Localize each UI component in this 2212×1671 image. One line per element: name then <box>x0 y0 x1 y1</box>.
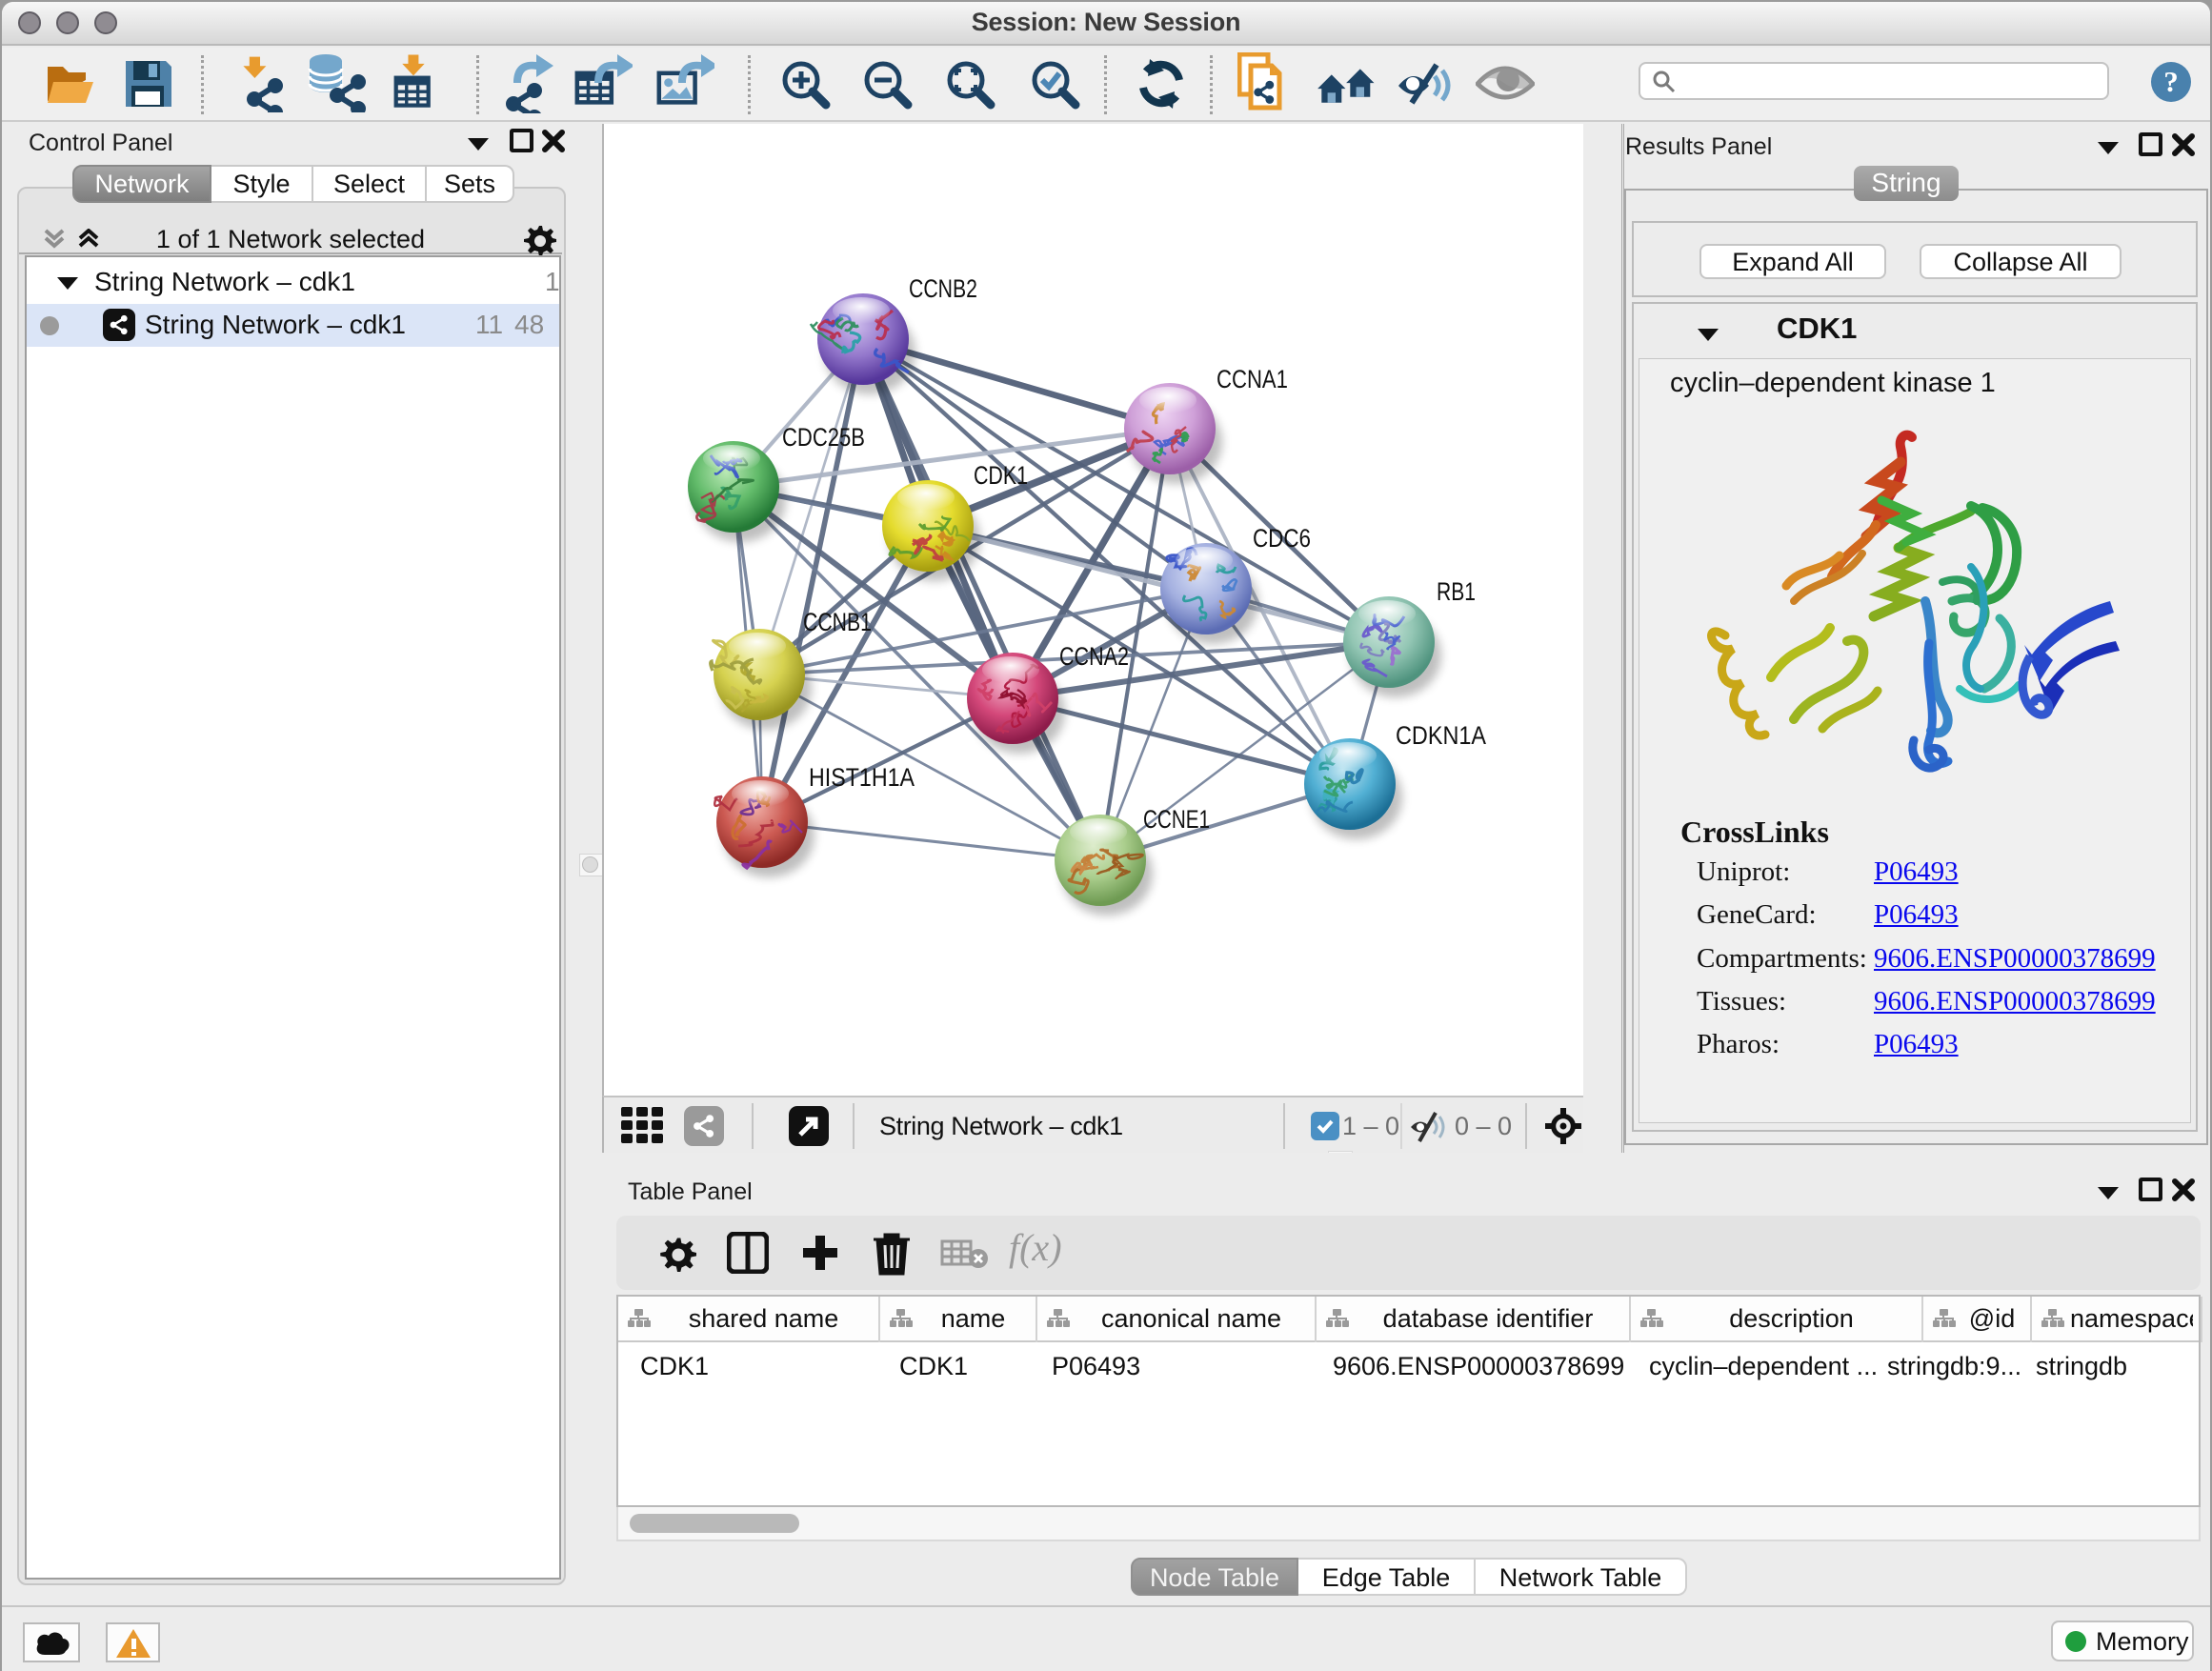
svg-text:CCNA2: CCNA2 <box>1059 642 1129 671</box>
svg-text:CDC25B: CDC25B <box>782 423 865 452</box>
svg-text:CCNB2: CCNB2 <box>909 274 977 303</box>
svg-text:CCNB1: CCNB1 <box>803 608 872 636</box>
svg-text:CDK1: CDK1 <box>974 461 1028 490</box>
svg-text:CDC6: CDC6 <box>1253 524 1311 553</box>
svg-text:CDKN1A: CDKN1A <box>1396 721 1486 750</box>
svg-text:HIST1H1A: HIST1H1A <box>809 763 915 792</box>
svg-text:CCNA1: CCNA1 <box>1217 365 1288 393</box>
svg-text:RB1: RB1 <box>1437 577 1476 606</box>
svg-text:CCNE1: CCNE1 <box>1143 805 1210 834</box>
